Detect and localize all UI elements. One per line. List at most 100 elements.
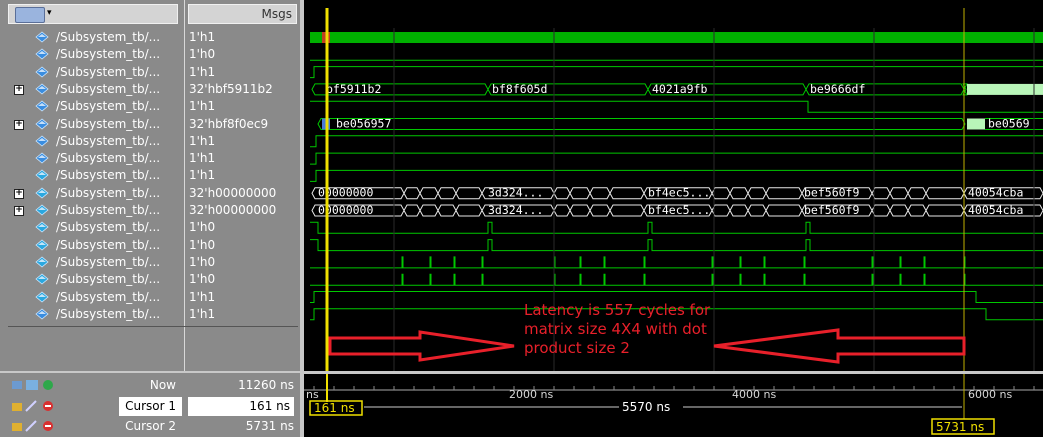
bus-segment xyxy=(729,204,749,217)
cursor1-row[interactable]: Cursor 1 161 ns xyxy=(0,397,300,416)
signal-row[interactable]: /Subsystem_tb/... 1'h1 xyxy=(0,167,300,184)
expand-icon[interactable]: + xyxy=(14,206,24,216)
cursor2-icons[interactable] xyxy=(12,420,62,432)
now-row: Now 11260 ns xyxy=(0,376,300,395)
bus-segment xyxy=(967,118,985,130)
signal-value: 1'h0 xyxy=(189,272,216,287)
bus-segment xyxy=(609,187,645,200)
bus-value-label: 3d324... xyxy=(488,186,543,200)
signal-diamond-output-icon xyxy=(35,256,49,268)
bus-segment xyxy=(553,187,571,200)
ruler-tick-label: ns xyxy=(306,388,319,401)
signal-row[interactable]: /Subsystem_tb/... 1'h1 xyxy=(0,289,300,306)
bus-segment xyxy=(889,187,909,200)
signal-value: 32'hbf5911b2 xyxy=(189,81,273,96)
timeline-ruler[interactable]: ns 2000 ns 4000 ns 6000 ns 161 ns 5570 ns 5731… xyxy=(304,374,1043,437)
signal-diamond-output-icon xyxy=(35,239,49,251)
dropdown-arrow-icon[interactable]: ▾ xyxy=(47,8,52,18)
signal-name: /Subsystem_tb/... xyxy=(56,185,161,200)
signal-diamond-icon xyxy=(35,308,49,320)
signal-value: 1'h1 xyxy=(189,99,216,114)
bus-value-label: 3d324... xyxy=(488,203,543,217)
list-end-line xyxy=(8,326,298,327)
cursor1-icons[interactable] xyxy=(12,400,62,412)
bus-segment xyxy=(871,187,891,200)
expand-icon[interactable]: + xyxy=(14,84,24,95)
signal-wave xyxy=(310,135,1043,148)
signal-wave xyxy=(310,169,1043,182)
cursor1-label[interactable]: Cursor 1 xyxy=(119,397,182,416)
annotation-line: matrix size 4X4 with dot xyxy=(524,320,707,338)
bus-value-label: bf4ec5... xyxy=(648,203,710,217)
bus-segment xyxy=(765,187,803,200)
bus-segment xyxy=(967,83,1043,95)
bus-segment xyxy=(569,187,591,200)
signal-row[interactable]: + /Subsystem_tb/... 32'hbf8f0ec9 xyxy=(0,116,300,133)
bus-segment xyxy=(711,187,731,200)
signal-row[interactable]: /Subsystem_tb/... 1'h0 xyxy=(0,254,300,271)
now-icons[interactable] xyxy=(12,379,62,391)
cursor1-value[interactable]: 161 ns xyxy=(188,397,294,416)
bus-value-label: bef560f9 xyxy=(804,203,859,217)
signal-wave xyxy=(310,273,1043,286)
cursor2-row[interactable]: Cursor 2 5731 ns xyxy=(0,417,300,436)
signal-name: /Subsystem_tb/... xyxy=(56,47,161,62)
cursor-pane: Now 11260 ns Cursor 1 161 ns Cursor 2 57… xyxy=(0,373,300,437)
signal-diamond-icon xyxy=(35,83,49,95)
bus-segment xyxy=(455,187,483,200)
signal-value: 32'hbf8f0ec9 xyxy=(189,116,269,131)
signal-diamond-icon xyxy=(35,66,49,78)
bus-segment xyxy=(419,204,439,217)
bus-value-label: bef560f9 xyxy=(804,186,859,200)
right-arrow-annotation xyxy=(328,330,515,362)
bus-segment xyxy=(925,204,965,217)
signal-diamond-output-icon xyxy=(35,187,49,199)
signal-value: 1'h0 xyxy=(189,47,216,62)
signal-row[interactable]: /Subsystem_tb/... 1'h1 xyxy=(0,29,300,46)
bus-value-label: 40054cba xyxy=(968,186,1023,200)
signal-diamond-output-icon xyxy=(35,290,49,303)
signal-row[interactable]: + /Subsystem_tb/... 32'h00000000 xyxy=(0,185,300,202)
signal-diamond-icon xyxy=(35,100,49,112)
wave-toolbar-icon[interactable] xyxy=(15,7,45,23)
cursor2-label[interactable]: Cursor 2 xyxy=(125,417,176,436)
signal-row[interactable]: + /Subsystem_tb/... 32'hbf5911b2 xyxy=(0,81,300,98)
bus-value-label: bf4ec5... xyxy=(648,186,710,200)
bus-segment xyxy=(729,187,749,200)
bus-segment xyxy=(609,204,645,217)
bus-segment xyxy=(569,204,591,217)
signal-row[interactable]: /Subsystem_tb/... 1'h0 xyxy=(0,271,300,288)
bus-value-label: 4021a9fb xyxy=(652,82,707,96)
cursor2-tag: 5731 ns xyxy=(936,420,984,434)
signal-row[interactable]: /Subsystem_tb/... 1'h0 xyxy=(0,46,300,63)
signal-name: /Subsystem_tb/... xyxy=(56,220,161,235)
expand-icon[interactable]: + xyxy=(14,119,24,130)
signal-wave xyxy=(310,221,1043,234)
signal-row[interactable]: /Subsystem_tb/... 1'h0 xyxy=(0,219,300,236)
signal-row[interactable]: /Subsystem_tb/... 1'h1 xyxy=(0,133,300,150)
signal-diamond-output-icon xyxy=(35,169,49,181)
signal-row[interactable]: /Subsystem_tb/... 1'h1 xyxy=(0,306,300,323)
signal-row[interactable]: /Subsystem_tb/... 1'h1 xyxy=(0,98,300,115)
signal-wave xyxy=(310,239,1043,252)
signal-diamond-output-icon xyxy=(35,204,49,216)
signal-row[interactable]: /Subsystem_tb/... 1'h0 xyxy=(0,237,300,254)
signal-row[interactable]: /Subsystem_tb/... 1'h1 xyxy=(0,64,300,81)
expand-icon[interactable]: + xyxy=(14,188,24,199)
cursor2-value[interactable]: 5731 ns xyxy=(188,417,294,436)
bus-segment xyxy=(317,118,966,130)
signal-name: /Subsystem_tb/... xyxy=(56,64,161,79)
signal-row[interactable]: + /Subsystem_tb/... 32'h00000000 xyxy=(0,202,300,219)
bus-segment xyxy=(747,204,767,217)
now-label: Now xyxy=(149,378,176,392)
signal-wave xyxy=(310,32,1043,43)
signal-name: /Subsystem_tb/... xyxy=(56,306,161,321)
bus-segment xyxy=(711,204,731,217)
signal-wave xyxy=(310,256,1043,269)
signal-value: 1'h0 xyxy=(189,220,216,235)
signal-diamond-icon xyxy=(35,31,49,43)
bus-value-label: 40054cba xyxy=(968,203,1023,217)
bus-segment xyxy=(765,204,803,217)
bus-segment xyxy=(437,187,457,200)
signal-row[interactable]: /Subsystem_tb/... 1'h1 xyxy=(0,150,300,167)
